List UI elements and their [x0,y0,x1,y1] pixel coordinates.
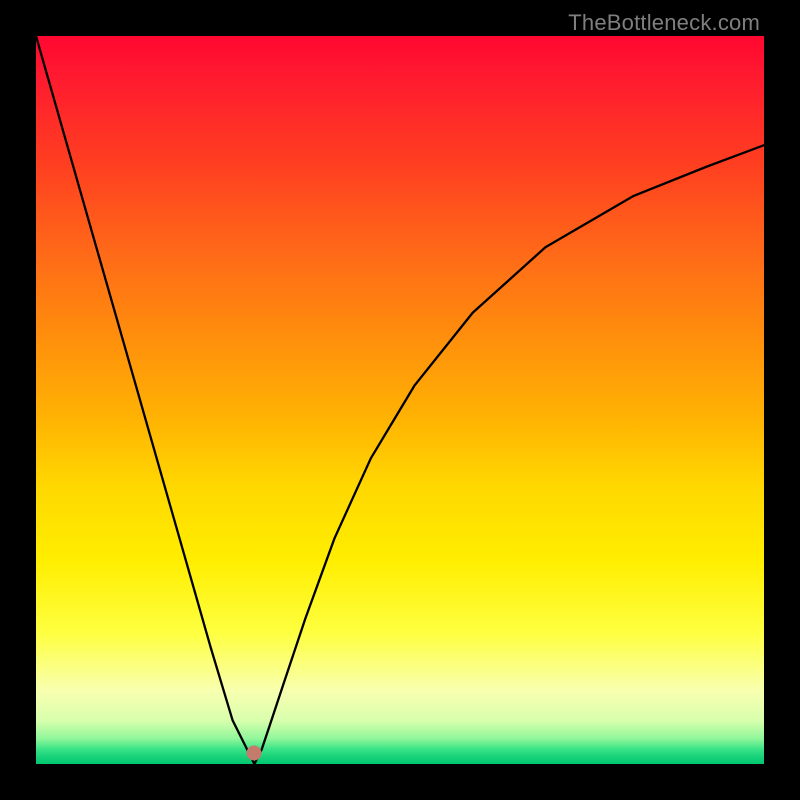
bottleneck-curve [36,36,764,764]
curve-path [36,36,764,764]
chart-frame: TheBottleneck.com [0,0,800,800]
optimum-marker [247,746,262,761]
watermark-text: TheBottleneck.com [568,10,760,36]
plot-area [36,36,764,764]
